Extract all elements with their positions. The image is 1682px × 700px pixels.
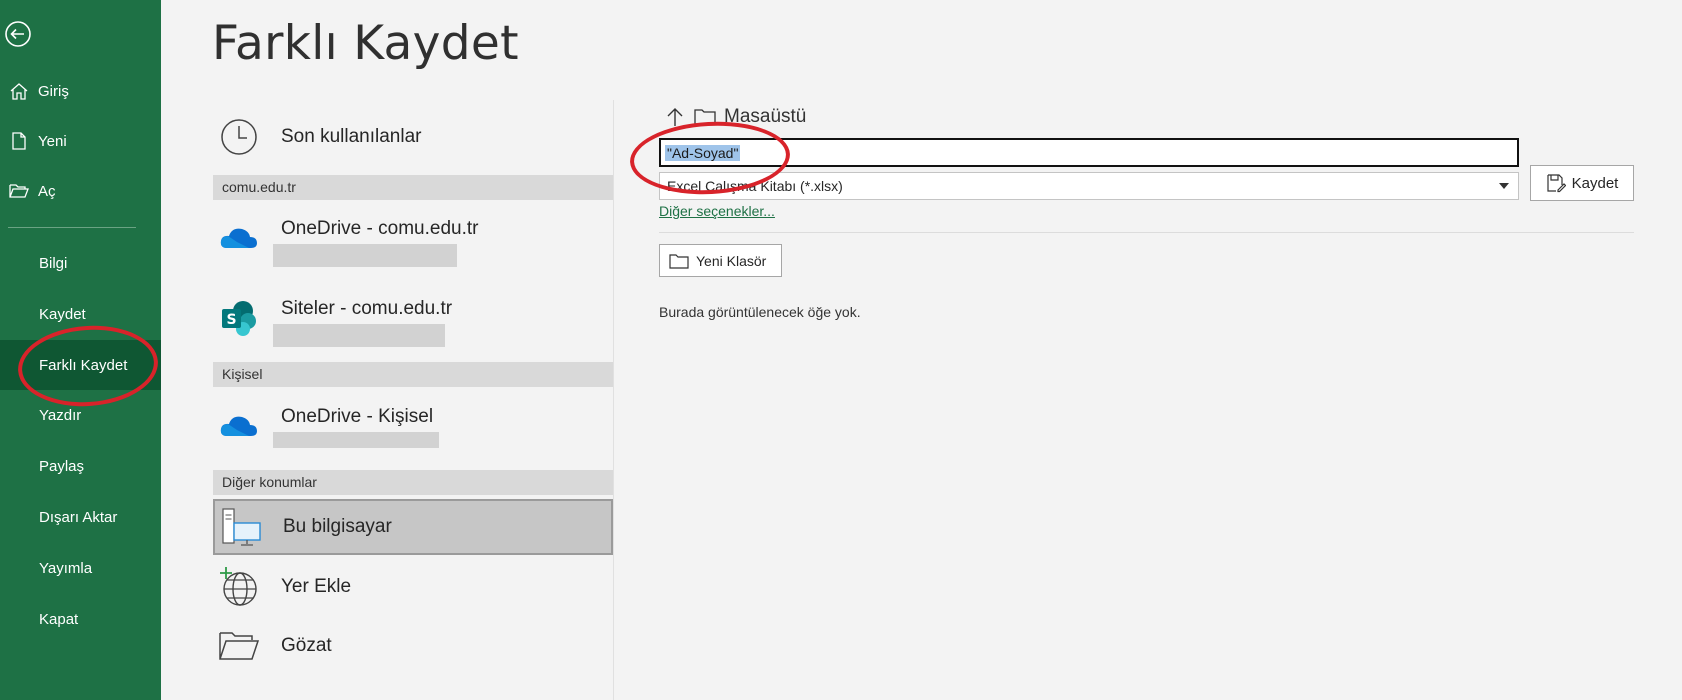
location-recent[interactable]: Son kullanılanlar	[213, 112, 613, 162]
file-type-value: Excel Çalışma Kitabı (*.xlsx)	[667, 178, 843, 194]
nav-label: Paylaş	[39, 457, 85, 475]
nav-open[interactable]: Aç	[0, 166, 161, 216]
redacted-account	[273, 244, 457, 267]
new-folder-label: Yeni Klasör	[696, 252, 767, 269]
nav-label: Dışarı Aktar	[39, 508, 118, 526]
more-options-link[interactable]: Diğer seçenekler...	[659, 203, 775, 219]
save-label: Kaydet	[1571, 174, 1619, 192]
breadcrumb: Masaüstü	[664, 106, 806, 128]
folder-icon	[669, 253, 689, 269]
folder-open-icon	[217, 624, 261, 668]
save-button[interactable]: Kaydet	[1530, 165, 1634, 201]
svg-text:S: S	[226, 312, 236, 328]
file-type-dropdown[interactable]: Excel Çalışma Kitabı (*.xlsx)	[659, 172, 1519, 200]
nav-new[interactable]: Yeni	[0, 116, 161, 166]
computer-icon	[219, 505, 263, 549]
location-label: Yer Ekle	[281, 576, 352, 597]
location-label: Siteler - comu.edu.tr	[281, 298, 453, 319]
nav-label: Yeni	[38, 132, 67, 150]
open-folder-icon	[8, 180, 30, 202]
nav-label: Kaydet	[39, 305, 86, 323]
nav-close[interactable]: Kapat	[0, 594, 161, 644]
nav-print[interactable]: Yazdır	[0, 390, 161, 440]
location-label: Gözat	[281, 635, 332, 656]
nav-label: Bilgi	[39, 254, 68, 272]
location-text: OneDrive - comu.edu.tr	[273, 218, 479, 267]
location-add-place[interactable]: Yer Ekle	[213, 562, 613, 612]
nav-label: Yazdır	[39, 406, 82, 424]
section-header-org: comu.edu.tr	[213, 175, 613, 200]
nav-save-as[interactable]: Farklı Kaydet	[0, 340, 161, 390]
nav-label: Aç	[38, 182, 56, 200]
home-icon	[8, 80, 30, 102]
up-arrow-icon[interactable]	[664, 106, 686, 128]
onedrive-cloud-icon	[217, 404, 261, 448]
page-title: Farklı Kaydet	[212, 16, 519, 71]
nav-info[interactable]: Bilgi	[0, 238, 161, 288]
chevron-down-icon	[1499, 183, 1509, 189]
redacted-account	[273, 324, 445, 347]
location-label: Bu bilgisayar	[283, 516, 392, 537]
location-this-pc[interactable]: Bu bilgisayar	[213, 499, 613, 555]
location-onedrive-org[interactable]: OneDrive - comu.edu.tr	[213, 216, 613, 276]
file-name-value: "Ad-Soyad"	[665, 144, 741, 161]
location-text: OneDrive - Kişisel	[273, 406, 439, 448]
save-pencil-icon	[1546, 173, 1566, 193]
nav-divider	[8, 227, 136, 228]
onedrive-cloud-icon	[217, 216, 261, 260]
back-arrow-icon	[5, 21, 31, 47]
folder-icon	[694, 108, 716, 126]
location-browse[interactable]: Gözat	[213, 621, 613, 671]
location-onedrive-personal[interactable]: OneDrive - Kişisel	[213, 404, 613, 460]
location-label: OneDrive - Kişisel	[281, 406, 434, 427]
breadcrumb-location[interactable]: Masaüstü	[724, 106, 806, 128]
location-label: Son kullanılanlar	[281, 126, 422, 147]
clock-icon	[217, 115, 261, 159]
pane-divider	[659, 232, 1634, 233]
nav-share[interactable]: Paylaş	[0, 441, 161, 491]
new-folder-button[interactable]: Yeni Klasör	[659, 244, 782, 277]
nav-label: Yayımla	[39, 559, 93, 577]
location-label: OneDrive - comu.edu.tr	[281, 218, 479, 239]
column-divider	[613, 100, 614, 700]
nav-save[interactable]: Kaydet	[0, 289, 161, 339]
location-sites-org[interactable]: S Siteler - comu.edu.tr	[213, 296, 613, 356]
globe-add-icon	[217, 565, 261, 609]
file-name-input[interactable]: "Ad-Soyad"	[659, 138, 1519, 167]
redacted-account	[273, 432, 439, 448]
empty-state-message: Burada görüntülenecek öğe yok.	[659, 304, 861, 320]
nav-label: Farklı Kaydet	[39, 356, 128, 374]
backstage-sidebar: Giriş Yeni Aç Bilgi Kaydet Farklı Kaydet…	[0, 0, 161, 700]
section-header-personal: Kişisel	[213, 362, 613, 387]
section-header-other: Diğer konumlar	[213, 470, 613, 495]
new-document-icon	[8, 130, 30, 152]
back-button[interactable]	[4, 20, 32, 48]
nav-label: Giriş	[38, 82, 69, 100]
nav-home[interactable]: Giriş	[0, 66, 161, 116]
location-text: Siteler - comu.edu.tr	[273, 298, 453, 347]
sharepoint-icon: S	[217, 296, 261, 340]
nav-label: Kapat	[39, 610, 79, 628]
nav-publish[interactable]: Yayımla	[0, 543, 161, 593]
nav-export[interactable]: Dışarı Aktar	[0, 492, 161, 542]
